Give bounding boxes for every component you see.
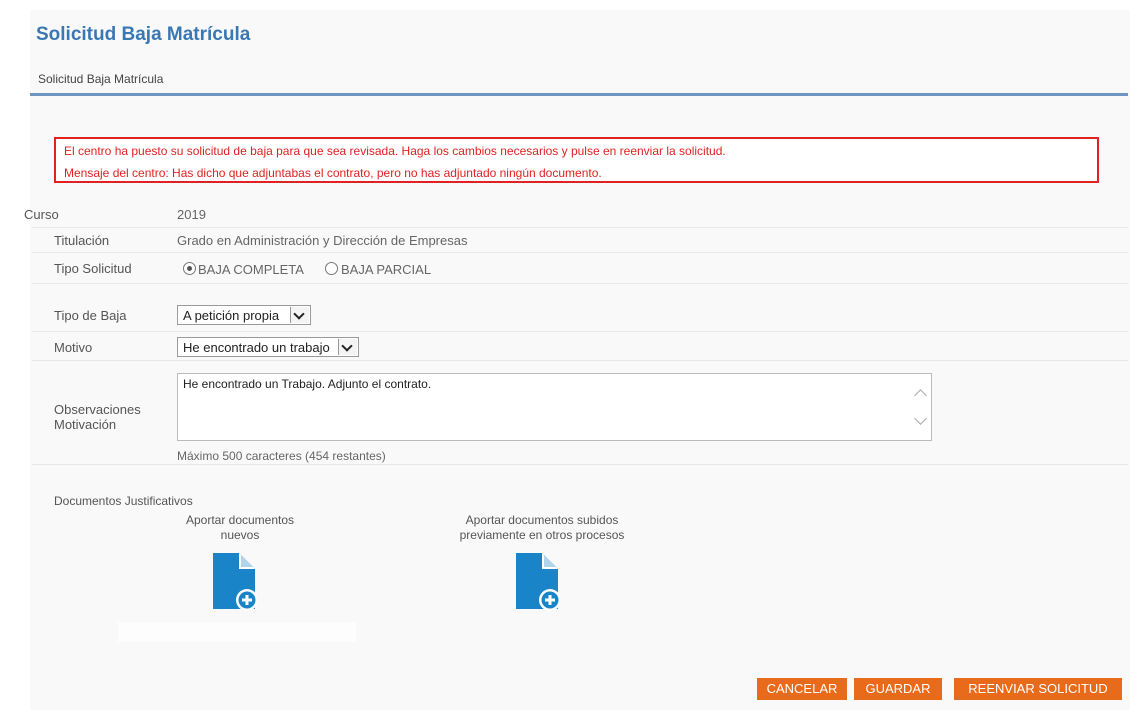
- tipo-baja-selected: A petición propia: [183, 308, 280, 323]
- new-docs-option[interactable]: Aportar documentos nuevos: [163, 513, 317, 543]
- alert-message-review: El centro ha puesto su solicitud de baja…: [64, 144, 726, 158]
- scroll-down-icon[interactable]: [914, 412, 927, 425]
- scroll-up-icon[interactable]: [914, 389, 927, 402]
- baja-parcial-label[interactable]: BAJA PARCIAL: [341, 262, 431, 277]
- alert-message-center: Mensaje del centro: Has dicho que adjunt…: [64, 166, 602, 180]
- section-title: Solicitud Baja Matrícula: [38, 72, 164, 86]
- baja-completa-radio[interactable]: [183, 262, 196, 275]
- chevron-down-icon[interactable]: [290, 307, 309, 323]
- motivo-select[interactable]: He encontrado un trabajo: [177, 337, 359, 357]
- new-docs-label-line1: Aportar documentos: [185, 513, 295, 527]
- tipo-baja-label: Tipo de Baja: [54, 308, 127, 323]
- add-document-icon[interactable]: [211, 551, 257, 611]
- titulacion-value: Grado en Administración y Dirección de E…: [177, 233, 468, 248]
- row-divider: [32, 227, 1128, 228]
- chevron-down-icon[interactable]: [338, 339, 357, 355]
- motivo-label: Motivo: [54, 340, 93, 355]
- save-button[interactable]: GUARDAR: [854, 678, 942, 700]
- curso-label: Curso: [24, 207, 59, 222]
- observaciones-text: He encontrado un Trabajo. Adjunto el con…: [183, 377, 432, 391]
- new-docs-label-line2: nuevos: [220, 528, 260, 542]
- baja-completa-label[interactable]: BAJA COMPLETA: [198, 262, 304, 277]
- cancel-button[interactable]: CANCELAR: [757, 678, 847, 700]
- curso-value: 2019: [177, 207, 206, 222]
- row-divider: [32, 283, 1128, 284]
- row-divider: [32, 464, 1128, 465]
- observaciones-textarea[interactable]: He encontrado un Trabajo. Adjunto el con…: [177, 373, 932, 441]
- prev-docs-label-line2: previamente en otros procesos: [459, 528, 625, 542]
- documentos-label: Documentos Justificativos: [54, 494, 193, 508]
- row-divider: [32, 252, 1128, 253]
- character-counter: Máximo 500 caracteres (454 restantes): [177, 449, 386, 463]
- row-divider: [32, 331, 1128, 332]
- add-existing-document-icon[interactable]: [514, 551, 560, 611]
- section-divider: [30, 93, 1128, 96]
- tipo-solicitud-label: Tipo Solicitud: [54, 261, 132, 276]
- row-divider: [32, 360, 1128, 361]
- prev-docs-label-line1: Aportar documentos subidos: [465, 513, 619, 527]
- resend-request-button[interactable]: REENVIAR SOLICITUD: [954, 678, 1122, 700]
- previous-docs-option[interactable]: Aportar documentos subidos previamente e…: [430, 513, 654, 543]
- motivo-selected: He encontrado un trabajo: [183, 340, 330, 355]
- baja-parcial-radio[interactable]: [325, 262, 338, 275]
- tipo-baja-select[interactable]: A petición propia: [177, 305, 311, 325]
- alert-box: El centro ha puesto su solicitud de baja…: [54, 137, 1099, 183]
- page-title: Solicitud Baja Matrícula: [36, 24, 251, 45]
- observaciones-label: Observaciones Motivación: [54, 402, 141, 432]
- upload-area-placeholder: [118, 622, 356, 642]
- titulacion-label: Titulación: [54, 233, 110, 248]
- observaciones-label-line1: Observaciones: [54, 402, 141, 417]
- observaciones-label-line2: Motivación: [54, 417, 117, 432]
